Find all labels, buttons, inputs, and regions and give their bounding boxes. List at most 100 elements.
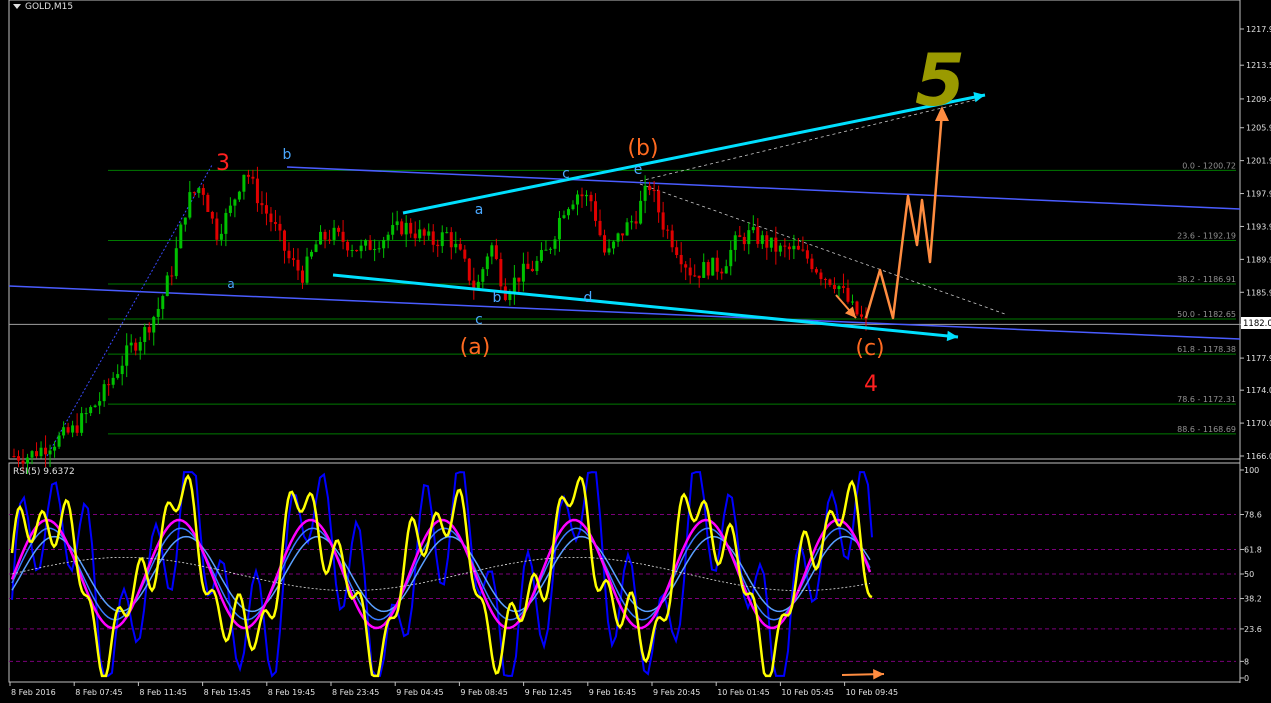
time-tick-label: 8 Feb 11:45	[139, 688, 186, 697]
candle-body	[846, 287, 850, 302]
time-tick-label: 8 Feb 15:45	[204, 688, 251, 697]
candle-body	[93, 405, 97, 408]
candle-body	[733, 235, 737, 250]
candle-body	[639, 200, 643, 224]
candle-body	[98, 401, 102, 406]
candle-body	[418, 229, 422, 239]
candle-body	[165, 275, 169, 297]
candle-body	[553, 239, 557, 249]
candle-body	[310, 251, 314, 257]
candle-body	[179, 224, 183, 249]
candle-body	[539, 250, 543, 261]
time-tick-label: 10 Feb 09:45	[846, 688, 898, 697]
candle-body	[134, 342, 138, 351]
candle-body	[787, 246, 791, 250]
price-tick-label: 1193.9	[1246, 222, 1271, 231]
candle-body	[395, 221, 399, 226]
candle-body	[679, 254, 683, 265]
wave-label: d	[584, 290, 593, 306]
candle-body	[702, 262, 706, 278]
candle-body	[666, 229, 670, 231]
fib-level-label: 50.0 - 1182.65	[1177, 310, 1236, 319]
candle-body	[368, 240, 372, 250]
candle-body	[648, 185, 652, 191]
wave-label: b	[283, 147, 292, 163]
candle-body	[237, 191, 241, 200]
candle-body	[242, 174, 246, 192]
wave-label: a	[475, 202, 484, 218]
candle-body	[580, 194, 584, 197]
candle-body	[792, 245, 796, 250]
candle-body	[458, 243, 462, 250]
candle-body	[738, 235, 742, 237]
wave-label: 5	[915, 38, 965, 122]
candle-body	[210, 211, 214, 219]
candle-body	[129, 342, 133, 346]
time-tick-label: 9 Feb 12:45	[525, 688, 572, 697]
candle-body	[278, 223, 282, 231]
candle-body	[201, 188, 205, 195]
price-tick-label: 1213.5	[1246, 61, 1271, 70]
candle-body	[107, 384, 111, 386]
candle-body	[512, 277, 516, 294]
candle-body	[251, 176, 255, 179]
candle-body	[814, 269, 818, 273]
candle-body	[517, 277, 521, 282]
wave-label: (c)	[855, 336, 884, 361]
price-tick-label: 1185.9	[1246, 288, 1271, 297]
wave-label: e	[634, 162, 643, 178]
candle-body	[521, 263, 525, 282]
candle-body	[783, 245, 787, 247]
candle-body	[233, 199, 237, 206]
wave-label: c	[562, 166, 570, 182]
candle-body	[548, 248, 552, 250]
candle-body	[400, 221, 404, 235]
wave-label: b	[493, 290, 502, 306]
candle-body	[314, 244, 318, 252]
candle-body	[494, 245, 498, 260]
candle-body	[823, 279, 827, 281]
candle-body	[26, 457, 30, 464]
candle-body	[706, 262, 710, 276]
candle-body	[675, 247, 679, 255]
candle-body	[323, 231, 327, 240]
time-tick-label: 9 Feb 04:45	[396, 688, 443, 697]
candle-body	[386, 234, 390, 240]
time-tick-label: 9 Feb 20:45	[653, 688, 700, 697]
candle-body	[859, 314, 863, 317]
candle-body	[612, 241, 616, 249]
candle-body	[445, 232, 449, 234]
time-tick-label: 8 Feb 07:45	[75, 688, 122, 697]
candle-body	[855, 301, 859, 315]
candle-body	[850, 301, 854, 303]
candle-body	[170, 275, 174, 277]
candle-body	[48, 450, 52, 455]
candle-body	[57, 435, 61, 447]
candle-body	[571, 204, 575, 210]
candle-body	[801, 249, 805, 251]
candle-body	[66, 427, 70, 433]
candle-body	[215, 218, 219, 240]
candle-body	[44, 447, 48, 455]
candle-body	[143, 326, 147, 343]
fib-level-label: 23.6 - 1192.19	[1177, 232, 1236, 241]
candle-body	[720, 271, 724, 274]
candle-body	[39, 447, 43, 457]
candle-body	[589, 194, 593, 202]
candle-body	[89, 407, 93, 414]
candle-body	[729, 249, 733, 267]
candle-body	[120, 365, 124, 375]
price-tick-label: 1177.9	[1246, 354, 1271, 363]
candle-body	[12, 456, 16, 457]
candle-body	[630, 221, 634, 223]
candle-body	[657, 190, 661, 213]
candle-body	[566, 209, 570, 216]
time-tick-label: 8 Feb 23:45	[332, 688, 379, 697]
candle-body	[724, 266, 728, 274]
candle-body	[544, 249, 548, 251]
candle-body	[436, 244, 440, 247]
candle-body	[346, 241, 350, 251]
candle-body	[319, 231, 323, 245]
candle-body	[796, 245, 800, 250]
candle-body	[161, 296, 165, 309]
